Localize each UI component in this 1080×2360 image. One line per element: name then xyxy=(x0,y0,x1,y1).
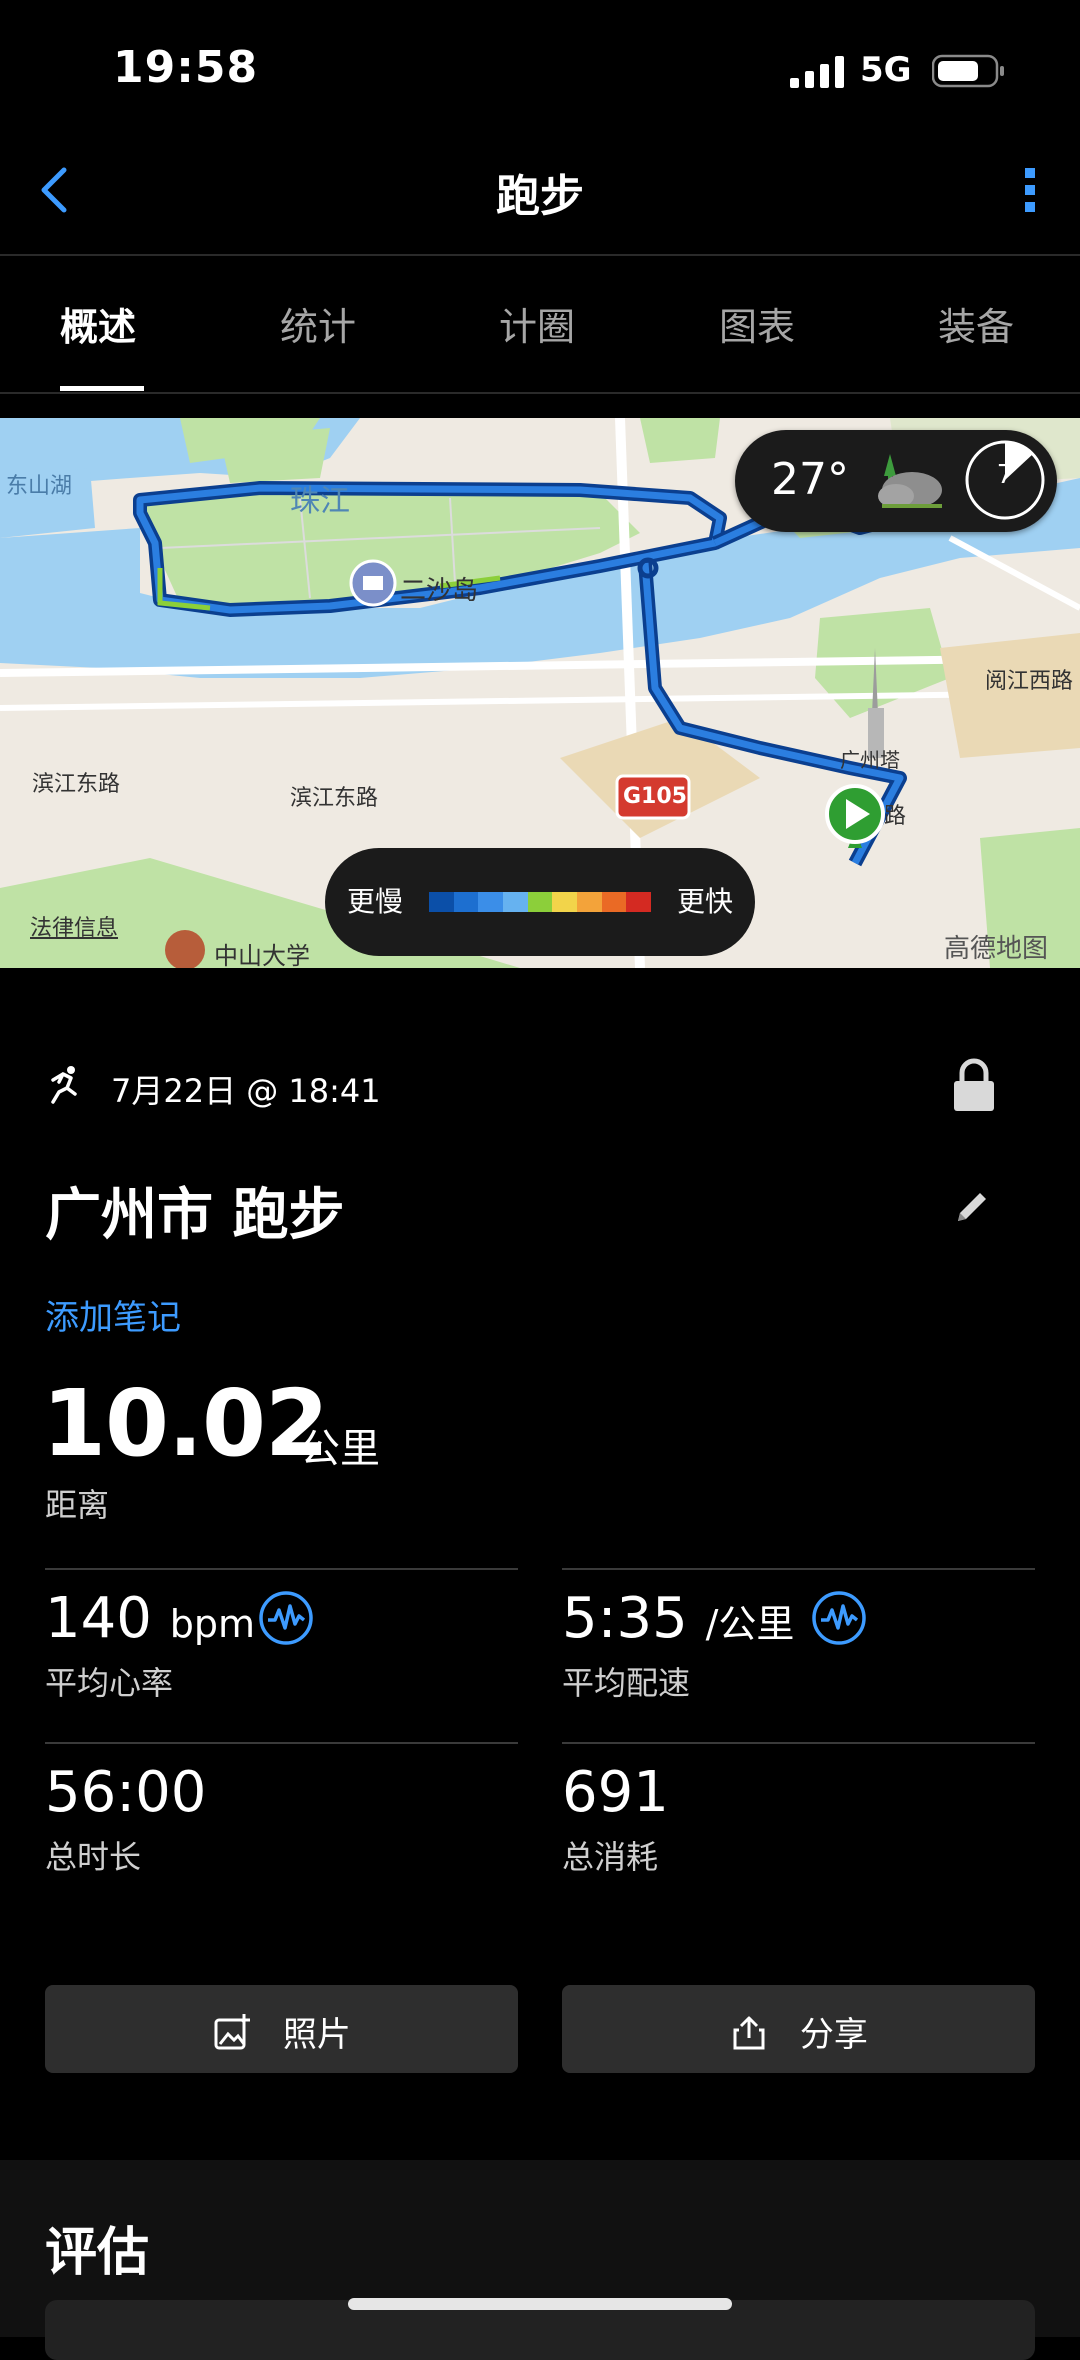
time-dial-number: 7 xyxy=(996,460,1014,490)
weather-temperature: 27° xyxy=(771,454,849,505)
map-attribution: 高德地图 xyxy=(944,934,1049,964)
evaluation-section: 评估 xyxy=(0,2160,1080,2360)
pace-chart-icon[interactable] xyxy=(811,1590,867,1646)
tab-overview[interactable]: 概述 xyxy=(60,296,136,351)
signal-icon xyxy=(790,56,844,88)
more-vertical-icon[interactable] xyxy=(1020,160,1040,220)
map-label-road-left: 滨江东路 xyxy=(32,772,121,797)
heart-rate-unit: bpm xyxy=(169,1602,255,1646)
highway-label: G105 xyxy=(623,784,687,809)
share-button-label: 分享 xyxy=(799,2015,868,2055)
battery-icon xyxy=(932,54,1004,88)
nav-bar: 跑步 xyxy=(0,130,1080,256)
legend-faster: 更快 xyxy=(676,885,733,918)
map-label-island: 二沙岛 xyxy=(400,576,479,606)
heart-rate-value: 140 xyxy=(45,1586,152,1651)
legend-swatch xyxy=(626,892,652,912)
pace-stat: 5:35 /公里 xyxy=(562,1586,794,1651)
home-indicator[interactable] xyxy=(348,2298,732,2310)
pace-value: 5:35 xyxy=(562,1586,688,1651)
page-title: 跑步 xyxy=(496,171,584,222)
weather-pill[interactable]: 27° 7 xyxy=(735,430,1057,532)
divider xyxy=(45,1568,518,1570)
map-label-university: 中山大学 xyxy=(214,942,310,968)
map-label-tower: 广州塔 xyxy=(840,748,900,772)
tab-statistics[interactable]: 统计 xyxy=(280,296,356,351)
pace-legend: 更慢 更快 xyxy=(325,848,755,956)
map-label-road-mid: 滨江东路 xyxy=(290,786,379,811)
running-icon xyxy=(51,1066,77,1104)
legend-slower: 更慢 xyxy=(347,885,404,918)
cloudy-weather-icon xyxy=(878,454,942,508)
distance-unit: 公里 xyxy=(300,1426,380,1472)
tab-laps[interactable]: 计圈 xyxy=(499,296,575,351)
tab-charts[interactable]: 图表 xyxy=(719,296,795,351)
calories-value: 691 xyxy=(562,1760,669,1825)
legend-swatch xyxy=(503,892,528,912)
activity-datetime: 7月22日 @ 18:41 xyxy=(111,1072,381,1110)
pace-label: 平均配速 xyxy=(562,1664,691,1702)
distance-label: 距离 xyxy=(45,1486,110,1524)
activity-title: 广州市 跑步 xyxy=(45,1183,345,1248)
tab-active-indicator xyxy=(60,386,144,391)
distance-value: 10.02 xyxy=(42,1370,329,1477)
map-label-road-right: 阅江西路 xyxy=(985,669,1074,694)
divider xyxy=(562,1568,1035,1570)
legend-color-bar xyxy=(429,892,652,912)
share-button[interactable]: 分享 xyxy=(562,1985,1035,2073)
duration-label: 总时长 xyxy=(45,1838,142,1876)
legend-swatch xyxy=(453,892,479,912)
divider xyxy=(562,1742,1035,1744)
pencil-edit-icon[interactable] xyxy=(950,1185,994,1229)
map-label-poi: 法律信息 xyxy=(30,916,119,941)
legend-swatch xyxy=(478,892,504,912)
status-bar: 19:58 5G xyxy=(0,0,1080,130)
pace-unit: /公里 xyxy=(705,1602,795,1646)
photo-button[interactable]: 照片 xyxy=(45,1985,518,2073)
map-label-road-char: 路 xyxy=(884,804,907,829)
heart-rate-chart-icon[interactable] xyxy=(258,1590,314,1646)
duration-value: 56:00 xyxy=(45,1760,207,1825)
evaluation-title: 评估 xyxy=(45,2223,150,2283)
network-type: 5G xyxy=(860,50,912,90)
share-icon xyxy=(733,2016,765,2049)
legend-swatch xyxy=(577,892,602,912)
calories-label: 总消耗 xyxy=(562,1838,659,1876)
heart-rate-stat: 140 bpm xyxy=(45,1586,255,1651)
lock-icon[interactable] xyxy=(950,1057,998,1113)
photo-button-label: 照片 xyxy=(282,2015,351,2055)
legend-swatch xyxy=(527,892,553,912)
legend-swatch xyxy=(552,892,578,912)
heart-rate-label: 平均心率 xyxy=(45,1664,174,1702)
tab-gear[interactable]: 装备 xyxy=(938,296,1014,351)
divider xyxy=(45,1742,518,1744)
legend-swatch xyxy=(429,892,454,912)
add-note-link[interactable]: 添加笔记 xyxy=(45,1290,181,1339)
add-photo-icon xyxy=(214,2013,251,2049)
legend-swatch xyxy=(601,892,627,912)
map-label-river: 珠江 xyxy=(290,484,350,519)
tab-bar: 概述 统计 计圈 图表 装备 xyxy=(0,256,1080,394)
map-label-lake: 东山湖 xyxy=(6,474,73,499)
status-time: 19:58 xyxy=(113,42,259,93)
